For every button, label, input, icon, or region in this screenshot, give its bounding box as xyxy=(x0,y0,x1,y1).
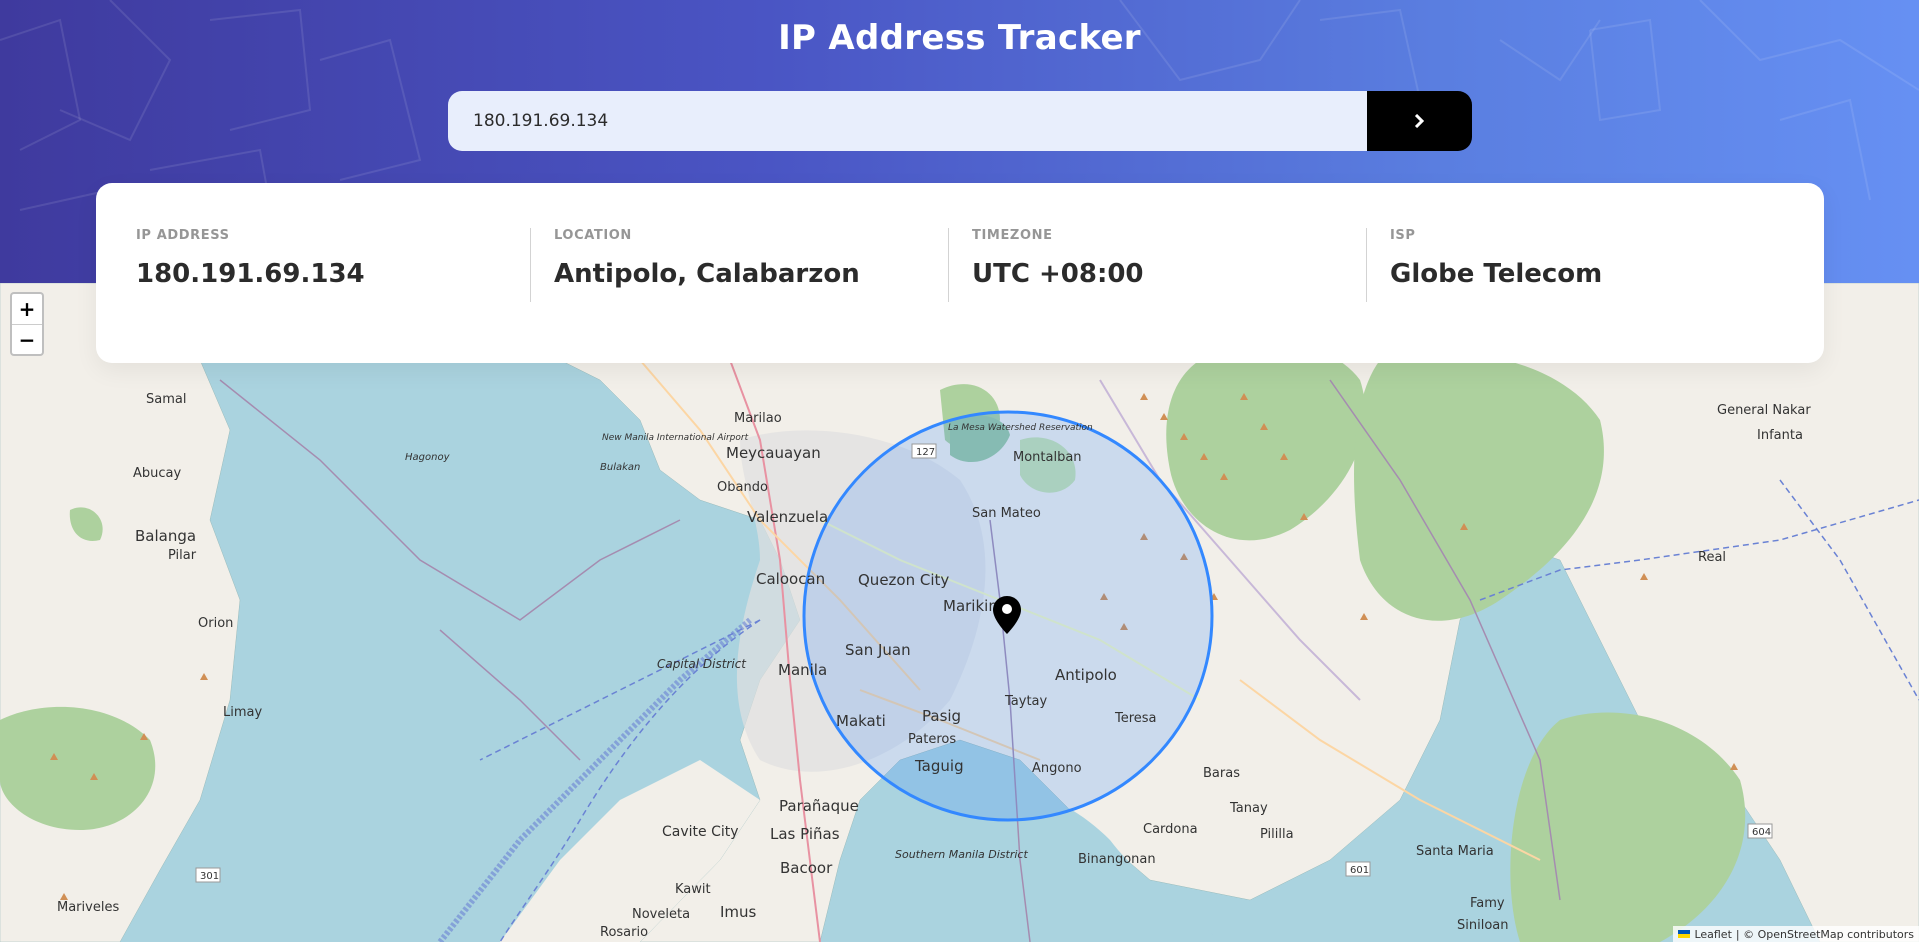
map-label: Balanga xyxy=(135,527,196,545)
map-tiles: Samal Abucay Balanga Pilar Orion Limay M… xyxy=(0,283,1919,942)
info-label: IP ADDRESS xyxy=(136,228,230,243)
map-label: Pilar xyxy=(168,548,197,563)
map-label: Real xyxy=(1698,550,1726,565)
map-label: Obando xyxy=(717,480,768,495)
road-shield: 604 xyxy=(1752,827,1771,838)
map-label: Valenzuela xyxy=(747,508,828,526)
road-shield: 601 xyxy=(1350,865,1369,876)
map-label: Samal xyxy=(146,392,186,407)
map-label: Hagonoy xyxy=(405,452,451,463)
info-value: UTC +08:00 xyxy=(972,259,1144,289)
ukraine-flag-icon xyxy=(1678,930,1691,938)
map-label: Teresa xyxy=(1114,711,1157,726)
map-label: Tanay xyxy=(1229,801,1268,816)
road-shield: 301 xyxy=(200,871,219,882)
ip-search-input[interactable] xyxy=(448,91,1367,151)
map-label: Kawit xyxy=(675,882,711,897)
map-label: Capital District xyxy=(657,657,747,671)
map-label: Mariveles xyxy=(57,900,119,915)
map-label: Cardona xyxy=(1143,822,1198,837)
osm-attribution[interactable]: | © OpenStreetMap contributors xyxy=(1736,928,1914,941)
map-label: Pateros xyxy=(908,732,956,747)
map-label: Taytay xyxy=(1004,694,1048,709)
map-label: Pasig xyxy=(922,707,961,725)
search-bar xyxy=(448,91,1472,151)
info-label: LOCATION xyxy=(554,228,632,243)
map-label: Quezon City xyxy=(858,571,949,589)
map-label: Manila xyxy=(778,661,827,679)
map-label: Southern Manila District xyxy=(895,848,1028,861)
map-label: Meycauayan xyxy=(726,444,821,462)
map-label: Imus xyxy=(720,903,757,921)
map-label: Caloocan xyxy=(756,570,825,588)
map-label: Makati xyxy=(836,712,886,730)
map-label: Binangonan xyxy=(1078,852,1156,867)
map-label: Limay xyxy=(223,705,262,720)
map-label: Cavite City xyxy=(662,824,739,840)
map-view[interactable]: Samal Abucay Balanga Pilar Orion Limay M… xyxy=(0,283,1919,942)
map-attribution: Leaflet | © OpenStreetMap contributors xyxy=(1673,926,1919,942)
map-label: Antipolo xyxy=(1055,666,1117,684)
map-label: Baras xyxy=(1203,766,1240,781)
info-value: Globe Telecom xyxy=(1390,259,1603,289)
map-label: Abucay xyxy=(133,466,181,481)
zoom-out-button[interactable]: − xyxy=(12,324,42,354)
info-timezone: TIMEZONE UTC +08:00 xyxy=(948,183,1366,363)
leaflet-link[interactable]: Leaflet xyxy=(1694,928,1731,941)
map-label: Infanta xyxy=(1757,428,1803,443)
map-label: Siniloan xyxy=(1457,918,1509,933)
info-isp: ISP Globe Telecom xyxy=(1366,183,1784,363)
search-submit-button[interactable] xyxy=(1367,91,1472,151)
info-value: Antipolo, Calabarzon xyxy=(554,259,860,289)
map-label: Marilao xyxy=(734,411,782,426)
map-label: Santa Maria xyxy=(1416,844,1494,859)
chevron-right-icon xyxy=(1414,114,1425,128)
page-title: IP Address Tracker xyxy=(778,18,1141,58)
info-location: LOCATION Antipolo, Calabarzon xyxy=(530,183,948,363)
map-label: Bacoor xyxy=(780,859,833,877)
ip-info-card: IP ADDRESS 180.191.69.134 LOCATION Antip… xyxy=(96,183,1824,363)
map-label: Taguig xyxy=(914,757,964,775)
map-label: New Manila International Airport xyxy=(602,433,749,443)
map-label: Montalban xyxy=(1013,450,1082,465)
map-label: Parañaque xyxy=(779,797,859,815)
map-label: Rosario xyxy=(600,925,648,940)
map-label: Bulakan xyxy=(600,462,640,473)
info-ip-address: IP ADDRESS 180.191.69.134 xyxy=(136,183,530,363)
map-label: General Nakar xyxy=(1717,403,1811,418)
zoom-control: + − xyxy=(10,292,44,356)
map-label: Angono xyxy=(1032,761,1082,776)
zoom-in-button[interactable]: + xyxy=(12,294,42,324)
map-label: La Mesa Watershed Reservation xyxy=(948,423,1093,433)
map-label: Orion xyxy=(198,616,233,631)
info-value: 180.191.69.134 xyxy=(136,259,365,289)
road-shield: 127 xyxy=(916,447,935,458)
map-label: San Juan xyxy=(845,641,911,659)
map-label: San Mateo xyxy=(972,506,1041,521)
map-label: Famy xyxy=(1470,896,1505,911)
map-label: Noveleta xyxy=(632,907,690,922)
info-label: ISP xyxy=(1390,228,1416,243)
info-label: TIMEZONE xyxy=(972,228,1053,243)
map-label: Pililla xyxy=(1260,827,1294,842)
map-label: Las Piñas xyxy=(770,825,840,843)
